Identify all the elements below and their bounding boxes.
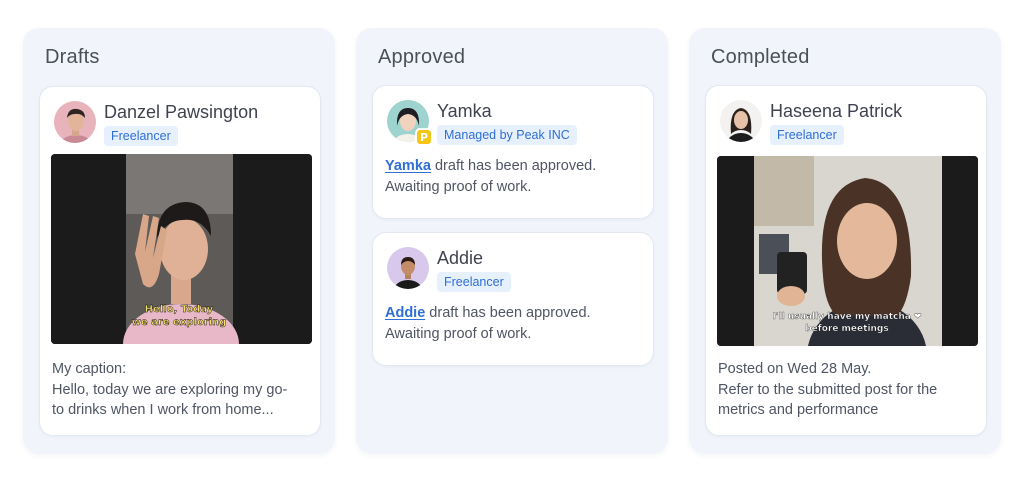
caption-line: Hello, today we are exploring my go-: [52, 381, 288, 398]
column-title-drafts: Drafts: [45, 46, 100, 68]
approved-card[interactable]: Addie Freelancer Addie draft has been ap…: [372, 232, 654, 366]
video-caption-line-1: Hello, Today: [145, 304, 214, 315]
video-caption-line-1: I'll usually have my matcha ❤: [772, 312, 921, 322]
caption-line: My caption:: [52, 361, 127, 377]
completed-card[interactable]: Haseena Patrick Freelancer I'll usually …: [705, 85, 987, 436]
message-line-2: Awaiting proof of work.: [385, 325, 532, 342]
approved-card[interactable]: P Yamka Managed by Peak INC Yamka draft …: [372, 85, 654, 219]
kanban-board: Drafts Danzel Pawsington Freelancer Hell…: [0, 0, 1024, 490]
creator-name: Haseena Patrick: [770, 101, 903, 121]
creator-type-badge: Freelancer: [437, 272, 511, 292]
creator-link[interactable]: Yamka: [385, 158, 431, 174]
creator-name: Danzel Pawsington: [104, 102, 259, 122]
video-caption-line-2: before meetings: [805, 324, 889, 334]
column-title-completed: Completed: [711, 46, 810, 68]
avatar-addie-image: [387, 247, 429, 289]
message-text: draft has been approved.: [430, 158, 597, 174]
agency-badge-icon: P: [415, 128, 433, 146]
completion-line: Posted on Wed 28 May.: [718, 361, 872, 377]
column-completed: Completed Haseena Patrick Freelancer I'l…: [689, 28, 1001, 454]
message-text: draft has been approved.: [425, 305, 591, 321]
approval-message: Addie draft has been approved. Awaiting …: [385, 303, 641, 344]
caption-text: My caption: Hello, today we are explorin…: [52, 359, 308, 421]
avatar: [720, 100, 762, 142]
approval-message: Yamka draft has been approved. Awaiting …: [385, 156, 641, 197]
creator-link[interactable]: Addie: [385, 305, 425, 321]
completion-line: Refer to the submitted post for the: [718, 381, 938, 398]
completion-text: Posted on Wed 28 May. Refer to the submi…: [718, 359, 974, 421]
completion-line: metrics and performance: [718, 402, 879, 418]
avatar: [54, 101, 96, 143]
creator-name: Yamka: [437, 101, 492, 121]
video-caption-line-2: we are exploring: [132, 317, 227, 328]
creator-type-badge: Freelancer: [770, 125, 844, 145]
column-title-approved: Approved: [378, 46, 466, 68]
avatar: P: [387, 100, 433, 146]
draft-card[interactable]: Danzel Pawsington Freelancer Hello, Toda…: [39, 86, 321, 436]
column-approved: Approved P Yamka Managed by Peak INC Yam…: [356, 28, 668, 454]
caption-line: to drinks when I work from home...: [52, 402, 274, 418]
creator-name: Addie: [437, 248, 484, 268]
avatar-danzel-image: [54, 101, 96, 143]
avatar-haseena-image: [720, 100, 762, 142]
creator-type-badge: Managed by Peak INC: [437, 125, 577, 145]
column-drafts: Drafts Danzel Pawsington Freelancer Hell…: [23, 28, 335, 454]
message-line-2: Awaiting proof of work.: [385, 178, 532, 195]
video-thumbnail[interactable]: I'll usually have my matcha ❤ before mee…: [717, 156, 978, 346]
avatar: [387, 247, 429, 289]
creator-type-badge: Freelancer: [104, 126, 178, 146]
video-thumbnail[interactable]: Hello, Today we are exploring: [51, 154, 312, 344]
